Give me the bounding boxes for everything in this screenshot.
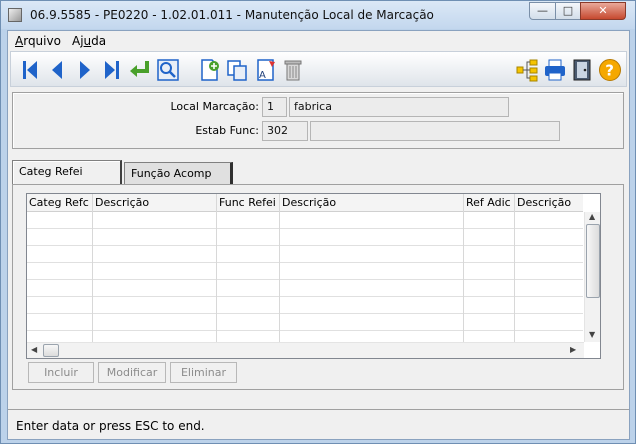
goto-icon[interactable]	[127, 57, 153, 83]
horizontal-scroll-thumb[interactable]	[43, 344, 59, 357]
next-record-icon[interactable]	[72, 57, 98, 83]
column-divider	[514, 194, 515, 342]
svg-text:A: A	[259, 70, 266, 81]
last-record-icon[interactable]	[99, 57, 125, 83]
estab-func-label: Estab Func:	[195, 124, 259, 137]
previous-record-icon[interactable]	[44, 57, 70, 83]
minimize-button[interactable]: —	[529, 2, 556, 20]
incluir-button[interactable]: Incluir	[28, 362, 94, 383]
menu-ajuda-pre: Aj	[72, 34, 84, 48]
scroll-down-icon[interactable]: ▼	[589, 330, 595, 339]
column-header-ref-adic[interactable]: Ref Adic	[464, 194, 511, 212]
new-record-icon[interactable]	[197, 57, 223, 83]
app-icon	[8, 8, 22, 22]
exit-icon[interactable]	[569, 57, 595, 83]
table-row[interactable]	[27, 263, 583, 280]
menu-ajuda-accel: u	[83, 34, 92, 48]
window-title: 06.9.5585 - PE0220 - 1.02.01.011 - Manut…	[30, 8, 434, 22]
toolbar: A ?	[10, 51, 627, 87]
modificar-button[interactable]: Modificar	[98, 362, 166, 383]
estab-func-code-field[interactable]: 302	[262, 121, 308, 141]
header-form-panel: Local Marcação: 1 fabrica Estab Func: 30…	[12, 92, 624, 149]
vertical-scrollbar[interactable]: ▲ ▼	[584, 212, 600, 342]
client-area: Arquivo Ajuda A ? Local Marcação: 1 fabr…	[7, 30, 630, 440]
tab-categ-refei[interactable]: Categ Refei	[12, 160, 122, 184]
tab-funcao-acomp[interactable]: Função Acomp	[124, 162, 233, 186]
eliminar-button[interactable]: Eliminar	[170, 362, 237, 383]
menu-bar: Arquivo Ajuda	[8, 31, 629, 51]
table-row[interactable]	[27, 246, 583, 263]
menu-arquivo-accel: A	[15, 34, 24, 48]
column-header-descricao-2[interactable]: Descrição	[280, 194, 336, 212]
table-row[interactable]	[27, 280, 583, 297]
column-header-descricao-3[interactable]: Descrição	[515, 194, 571, 212]
maximize-button[interactable]: □	[555, 2, 581, 20]
column-divider	[92, 194, 93, 342]
local-marcacao-desc-field[interactable]: fabrica	[289, 97, 509, 117]
copy-record-icon[interactable]	[224, 57, 250, 83]
svg-text:?: ?	[605, 62, 614, 80]
grid-header: Categ Refc Descrição Func Refei Descriçã…	[27, 194, 583, 212]
column-header-func-refei[interactable]: Func Refei	[217, 194, 276, 212]
status-bar: Enter data or press ESC to end.	[8, 409, 629, 439]
table-row[interactable]	[27, 297, 583, 314]
edit-record-icon[interactable]: A	[252, 57, 278, 83]
estab-func-desc-field[interactable]	[310, 121, 560, 141]
local-marcacao-label: Local Marcação:	[170, 100, 259, 113]
first-record-icon[interactable]	[17, 57, 43, 83]
title-bar[interactable]: 06.9.5585 - PE0220 - 1.02.01.011 - Manut…	[1, 1, 635, 29]
data-grid[interactable]: Categ Refc Descrição Func Refei Descriçã…	[26, 193, 601, 359]
scroll-left-icon[interactable]: ◀	[31, 345, 37, 354]
column-header-descricao-1[interactable]: Descrição	[93, 194, 149, 212]
column-divider	[216, 194, 217, 342]
column-header-categ-refc[interactable]: Categ Refc	[27, 194, 89, 212]
tree-structure-icon[interactable]	[514, 57, 540, 83]
menu-arquivo[interactable]: Arquivo	[15, 34, 61, 48]
application-window: 06.9.5585 - PE0220 - 1.02.01.011 - Manut…	[0, 0, 636, 444]
menu-arquivo-rest: rquivo	[23, 34, 61, 48]
column-divider	[463, 194, 464, 342]
close-button[interactable]: ✕	[580, 2, 626, 20]
help-icon[interactable]: ?	[597, 57, 623, 83]
menu-ajuda[interactable]: Ajuda	[72, 34, 106, 48]
menu-ajuda-rest: da	[91, 34, 107, 48]
grid-body	[27, 212, 583, 348]
scroll-up-icon[interactable]: ▲	[589, 212, 595, 221]
delete-record-icon[interactable]	[280, 57, 306, 83]
status-message: Enter data or press ESC to end.	[16, 419, 205, 433]
search-icon[interactable]	[155, 57, 181, 83]
table-row[interactable]	[27, 314, 583, 331]
print-icon[interactable]	[542, 57, 568, 83]
table-row[interactable]	[27, 212, 583, 229]
local-marcacao-code-field[interactable]: 1	[262, 97, 287, 117]
column-divider	[279, 194, 280, 342]
scroll-right-icon[interactable]: ▶	[570, 345, 576, 354]
table-row[interactable]	[27, 229, 583, 246]
vertical-scroll-thumb[interactable]	[586, 224, 600, 298]
horizontal-scrollbar[interactable]: ◀ ▶	[27, 342, 584, 358]
